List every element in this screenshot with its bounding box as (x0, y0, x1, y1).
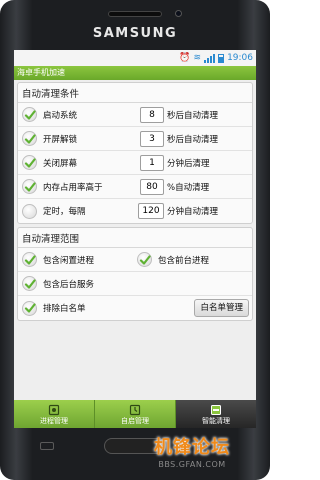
screen: ⏰ ≋ 19:06 海卓手机加速 自动清理条件 启动系统 8 秒后自动清理 开屏… (14, 50, 256, 428)
checkbox-memory[interactable] (22, 179, 37, 194)
wifi-icon: ≋ (193, 52, 202, 63)
check-icon (24, 278, 36, 289)
screen-off-delay-input[interactable]: 1 (140, 154, 164, 171)
earpiece (108, 11, 162, 17)
checkbox-unlock[interactable] (22, 131, 37, 146)
auto-clean-scope-section: 自动清理范围 包含闲置进程 包含前台进程 包含后台服务 排除白名单 白名单管理 (17, 227, 253, 321)
tab-label: 自启管理 (121, 416, 149, 425)
check-icon (24, 109, 36, 120)
bottom-tab-bar: 进程管理 自启管理 智能清理 (14, 400, 256, 428)
scope-row-processes: 包含闲置进程 包含前台进程 (18, 248, 252, 272)
tab-label: 智能清理 (202, 416, 230, 425)
app-title-bar: 海卓手机加速 (14, 66, 256, 80)
check-icon (139, 254, 151, 265)
device-brand: SAMSUNG (92, 26, 178, 41)
autostart-icon (129, 404, 141, 415)
memory-threshold-input[interactable]: 80 (140, 178, 164, 195)
tab-label: 进程管理 (40, 416, 68, 425)
phone-frame: SAMSUNG ⏰ ≋ 19:06 海卓手机加速 自动清理条件 启动系统 8 秒… (0, 0, 270, 480)
scope-foreground: 包含前台进程 (137, 252, 252, 267)
signal-icon (204, 53, 216, 63)
condition-suffix: %自动清理 (167, 182, 210, 193)
checkbox-background-services[interactable] (22, 276, 37, 291)
tab-process-manager[interactable]: 进程管理 (14, 400, 95, 428)
timer-interval-input[interactable]: 120 (138, 203, 164, 219)
front-camera (175, 10, 182, 17)
checkbox-foreground-processes[interactable] (137, 252, 152, 267)
scope-label: 包含前台进程 (158, 255, 210, 266)
check-icon (24, 303, 36, 313)
condition-row-memory: 内存占用率高于 80 %自动清理 (18, 175, 252, 199)
condition-suffix: 秒后自动清理 (167, 110, 219, 121)
scope-row-whitelist: 排除白名单 白名单管理 (18, 296, 252, 320)
section-title: 自动清理条件 (18, 83, 252, 103)
app-title: 海卓手机加速 (17, 68, 65, 77)
checkbox-screen-off[interactable] (22, 155, 37, 170)
watermark-sub: BBS.GFAN.COM (158, 460, 226, 469)
section-title: 自动清理范围 (18, 228, 252, 248)
process-list-icon (48, 404, 60, 415)
scope-row-services: 包含后台服务 (18, 272, 252, 296)
check-icon (24, 254, 36, 265)
condition-label: 内存占用率高于 (43, 182, 103, 193)
checkbox-timer[interactable] (22, 203, 37, 219)
condition-row-boot: 启动系统 8 秒后自动清理 (18, 103, 252, 127)
watermark-main: 机锋论坛 (154, 437, 230, 458)
condition-suffix: 秒后自动清理 (167, 134, 219, 145)
condition-row-unlock: 开屏解锁 3 秒后自动清理 (18, 127, 252, 151)
check-icon (24, 133, 36, 144)
scope-idle: 包含闲置进程 (22, 252, 137, 267)
tab-smart-clean[interactable]: 智能清理 (176, 400, 256, 428)
settings-content: 自动清理条件 启动系统 8 秒后自动清理 开屏解锁 3 秒后自动清理 关闭屏幕 (14, 80, 256, 321)
condition-label: 开屏解锁 (43, 134, 78, 145)
condition-suffix: 分钟后清理 (167, 158, 210, 169)
menu-key[interactable] (40, 442, 54, 450)
scope-label: 包含后台服务 (43, 279, 95, 290)
status-time: 19:06 (227, 53, 253, 63)
whitelist-manage-button[interactable]: 白名单管理 (194, 299, 249, 317)
boot-delay-input[interactable]: 8 (140, 106, 164, 123)
condition-row-timer: 定时，每隔 120 分钟自动清理 (18, 199, 252, 223)
condition-label: 启动系统 (43, 110, 78, 121)
check-icon (24, 181, 36, 192)
condition-label: 关闭屏幕 (43, 158, 78, 169)
condition-suffix: 分钟自动清理 (167, 207, 219, 217)
unlock-delay-input[interactable]: 3 (140, 130, 164, 147)
checkbox-idle-processes[interactable] (22, 252, 37, 267)
forum-watermark: 机锋论坛 BBS.GFAN.COM (122, 436, 262, 476)
checkbox-exclude-whitelist[interactable] (22, 300, 37, 316)
tab-autostart-manager[interactable]: 自启管理 (95, 400, 176, 428)
battery-icon (218, 53, 225, 63)
smart-clean-icon (211, 404, 221, 415)
auto-clean-conditions-section: 自动清理条件 启动系统 8 秒后自动清理 开屏解锁 3 秒后自动清理 关闭屏幕 (17, 82, 253, 224)
scope-label: 排除白名单 (43, 304, 86, 314)
condition-row-screen-off: 关闭屏幕 1 分钟后清理 (18, 151, 252, 175)
check-icon (24, 157, 36, 168)
scope-label: 包含闲置进程 (43, 255, 95, 266)
checkbox-boot[interactable] (22, 107, 37, 122)
alarm-icon: ⏰ (179, 52, 191, 63)
condition-label: 定时，每隔 (43, 207, 86, 217)
status-bar: ⏰ ≋ 19:06 (14, 50, 256, 66)
